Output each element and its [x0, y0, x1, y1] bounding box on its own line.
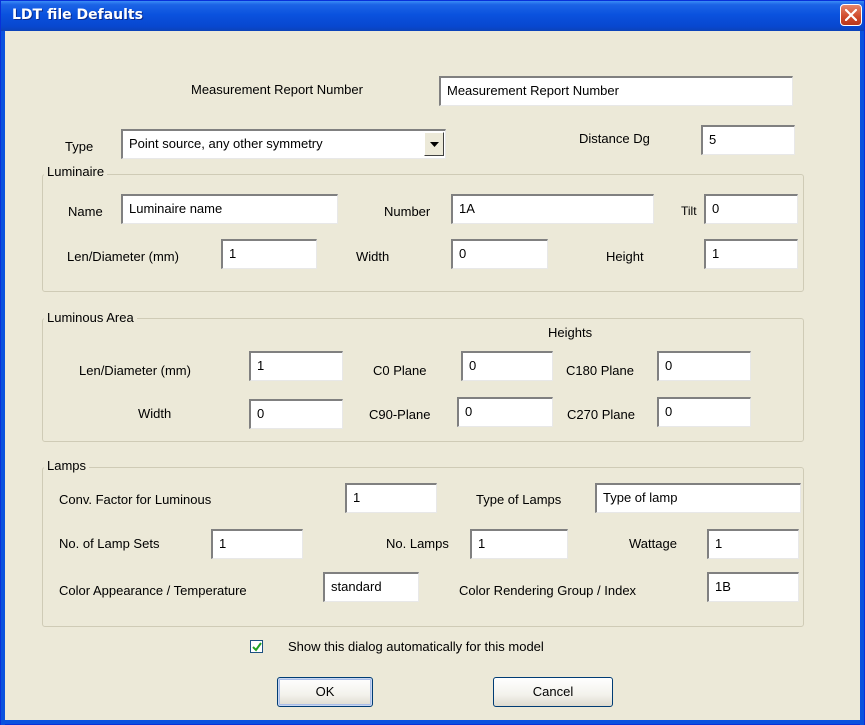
dialog-window: LDT file Defaults Measurement Report Num…	[0, 0, 865, 725]
luminaire-len-input[interactable]: 1	[221, 239, 317, 269]
luminaire-width-label: Width	[356, 249, 390, 264]
distance-label: Distance Dg	[579, 131, 650, 146]
conv-factor-label: Conv. Factor for Luminous	[59, 492, 212, 507]
wattage-label: Wattage	[629, 536, 677, 551]
dropdown-arrow-button[interactable]	[424, 132, 444, 156]
measurement-report-input[interactable]: Measurement Report Number	[439, 76, 793, 106]
close-icon	[845, 9, 857, 21]
close-button[interactable]	[840, 4, 862, 26]
show-dialog-checkbox[interactable]	[250, 640, 263, 653]
luminaire-name-input[interactable]: Luminaire name	[121, 194, 338, 224]
lamp-sets-label: No. of Lamp Sets	[59, 536, 160, 551]
no-lamps-label: No. Lamps	[386, 536, 449, 551]
c180-plane-label: C180 Plane	[566, 363, 634, 378]
luminous-width-input[interactable]: 0	[249, 399, 343, 429]
conv-factor-input[interactable]: 1	[345, 483, 437, 513]
color-appearance-input[interactable]: standard	[323, 572, 419, 602]
c0-plane-input[interactable]: 0	[461, 351, 553, 381]
dialog-title: LDT file Defaults	[12, 7, 143, 23]
luminaire-tilt-label: Tilt	[681, 204, 697, 218]
checkmark-icon	[252, 642, 262, 652]
type-of-lamps-label: Type of Lamps	[476, 492, 562, 507]
luminaire-group	[42, 174, 804, 292]
chevron-down-icon	[430, 142, 439, 147]
luminous-len-label: Len/Diameter (mm)	[79, 363, 191, 378]
luminaire-number-label: Number	[384, 204, 431, 219]
luminaire-height-input[interactable]: 1	[704, 239, 798, 269]
show-dialog-label[interactable]: Show this dialog automatically for this …	[288, 639, 544, 654]
measurement-report-label: Measurement Report Number	[191, 82, 363, 97]
window-frame-left	[1, 31, 5, 725]
color-rendering-label: Color Rendering Group / Index	[459, 583, 637, 598]
title-bar[interactable]: LDT file Defaults	[1, 1, 864, 31]
luminous-width-label: Width	[138, 406, 172, 421]
type-of-lamps-input[interactable]: Type of lamp	[595, 483, 801, 513]
type-dropdown[interactable]: Point source, any other symmetry	[121, 129, 446, 159]
c90-plane-input[interactable]: 0	[457, 397, 553, 427]
luminaire-tilt-input[interactable]: 0	[704, 194, 798, 224]
heights-label: Heights	[548, 325, 593, 340]
luminaire-name-label: Name	[68, 204, 103, 219]
luminous-area-group-title: Luminous Area	[44, 310, 137, 325]
type-dropdown-value: Point source, any other symmetry	[129, 136, 323, 151]
luminaire-group-title: Luminaire	[44, 164, 108, 179]
c180-plane-input[interactable]: 0	[657, 351, 751, 381]
window-frame-bottom	[1, 720, 864, 724]
color-rendering-input[interactable]: 1B	[707, 572, 799, 602]
lamps-group-title: Lamps	[44, 458, 90, 473]
lamp-sets-input[interactable]: 1	[211, 529, 303, 559]
luminaire-width-input[interactable]: 0	[451, 239, 548, 269]
c270-plane-label: C270 Plane	[567, 407, 635, 422]
luminaire-height-label: Height	[606, 249, 644, 264]
distance-input[interactable]: 5	[701, 125, 795, 155]
window-frame-right	[860, 31, 864, 725]
wattage-input[interactable]: 1	[707, 529, 799, 559]
ok-button[interactable]: OK	[277, 677, 373, 707]
c0-plane-label: C0 Plane	[373, 363, 427, 378]
type-label: Type	[65, 139, 94, 154]
luminaire-number-input[interactable]: 1A	[451, 194, 654, 224]
cancel-button[interactable]: Cancel	[493, 677, 613, 707]
c270-plane-input[interactable]: 0	[657, 397, 751, 427]
no-lamps-input[interactable]: 1	[470, 529, 568, 559]
luminous-len-input[interactable]: 1	[249, 351, 343, 381]
c90-plane-label: C90-Plane	[369, 407, 431, 422]
color-appearance-label: Color Appearance / Temperature	[59, 583, 247, 598]
luminaire-len-label: Len/Diameter (mm)	[67, 249, 179, 264]
